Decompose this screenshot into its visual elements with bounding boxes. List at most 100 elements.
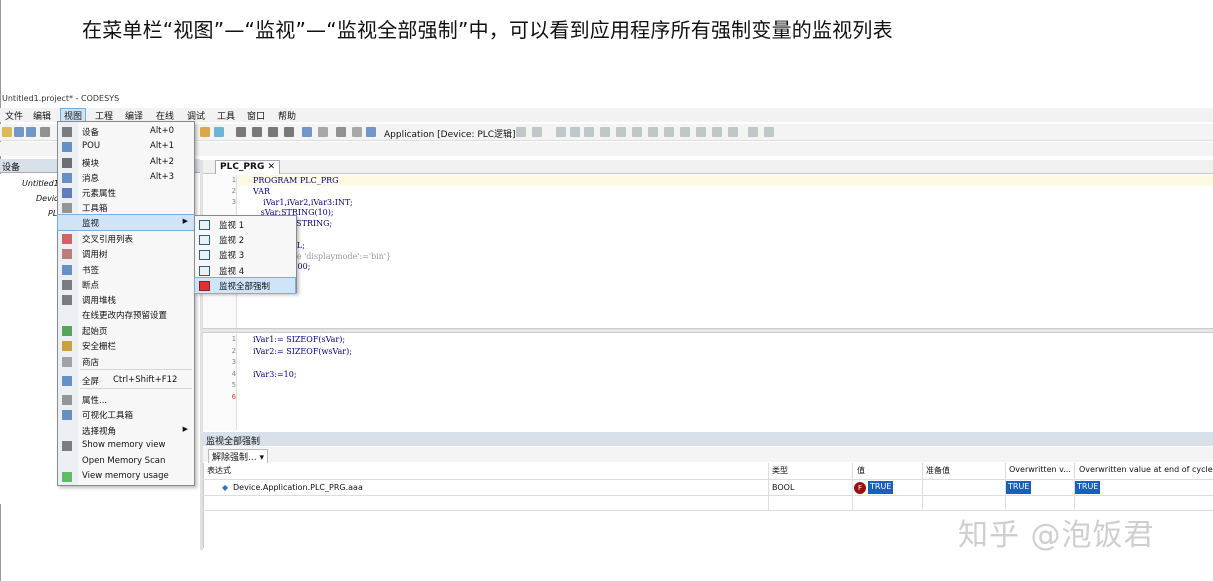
watch-submenu-item-4[interactable]: 监视全部强制: [194, 276, 296, 294]
implementation-editor[interactable]: [203, 334, 1213, 430]
menu-8[interactable]: 窗口: [244, 109, 268, 122]
toolbar-button-icon[interactable]: [696, 127, 706, 137]
code-line[interactable]: iVar3:=10;: [253, 370, 297, 379]
column-header-prepared[interactable]: 准备值: [926, 465, 950, 476]
menu-7[interactable]: 工具: [214, 109, 238, 122]
toolbar-button-icon[interactable]: [40, 127, 50, 137]
toolbar-button-icon[interactable]: [366, 127, 376, 137]
submenu-arrow-icon: ▶: [182, 217, 188, 225]
column-header-type[interactable]: 类型: [772, 465, 788, 476]
view-menu-item-20[interactable]: Show memory view: [58, 438, 194, 453]
editor-splitter[interactable]: [203, 328, 1213, 333]
view-menu-item-1[interactable]: POU Alt+1: [58, 139, 194, 154]
view-menu-item-0[interactable]: 设备 Alt+0: [58, 124, 194, 139]
toolbar-button-icon[interactable]: [352, 127, 362, 137]
toolbar-button-icon[interactable]: [764, 127, 774, 137]
toolbar-button-icon[interactable]: [664, 127, 674, 137]
toolbar-button-icon[interactable]: [214, 127, 224, 137]
forced-flag-icon: F: [854, 482, 866, 494]
menu-2[interactable]: 视图: [60, 108, 87, 122]
tree-item-plc[interactable]: PL: [48, 209, 57, 218]
menu-item-label: 工具箱: [82, 204, 108, 214]
toolbar-button-icon[interactable]: [236, 127, 246, 137]
view-menu-item-2[interactable]: 模块 Alt+2: [58, 155, 194, 170]
view-menu-item-4[interactable]: 元素属性: [58, 185, 194, 200]
view-menu-item-22[interactable]: View memory usage: [58, 469, 194, 484]
toolbar-button-icon[interactable]: [584, 127, 594, 137]
column-divider[interactable]: [768, 463, 769, 511]
toolbar-button-icon[interactable]: [26, 127, 36, 137]
view-menu-item-16[interactable]: 全屏 Ctrl+Shift+F12: [58, 373, 194, 388]
menu-item-label: 模块: [82, 159, 100, 169]
column-header-overwritten[interactable]: Overwritten v...: [1009, 465, 1071, 474]
view-menu-item-6[interactable]: 监视 ▶: [57, 214, 195, 231]
fullscreen-icon: [62, 376, 72, 386]
row-value[interactable]: TRUE: [868, 481, 894, 494]
view-menu-item-15[interactable]: 商店: [58, 354, 194, 369]
watch-submenu-item-0[interactable]: 监视 1: [195, 217, 295, 232]
toolbar-button-icon[interactable]: [570, 127, 580, 137]
view-menu-item-8[interactable]: 调用树: [58, 246, 194, 261]
toolbar-button-icon[interactable]: [302, 127, 312, 137]
row-expression[interactable]: Device.Application.PLC_PRG.aaa: [233, 483, 363, 492]
view-menu-item-14[interactable]: 安全栅栏: [58, 338, 194, 353]
code-line[interactable]: iVar2:= SIZEOF(wsVar);: [253, 347, 352, 356]
toolbar-button-icon[interactable]: [532, 127, 542, 137]
toolbar-button-icon[interactable]: [728, 127, 738, 137]
toolbar-button-icon[interactable]: [648, 127, 658, 137]
code-line[interactable]: VAR: [253, 187, 270, 196]
view-menu-item-13[interactable]: 起始页: [58, 323, 194, 338]
toolbar-button-icon[interactable]: [284, 127, 294, 137]
view-menu-item-9[interactable]: 书签: [58, 262, 194, 277]
menu-item-label: 选择视角: [82, 427, 117, 437]
toolbar-button-icon[interactable]: [268, 127, 278, 137]
toolbar-button-icon[interactable]: [748, 127, 758, 137]
menu-0[interactable]: 文件: [2, 109, 26, 122]
code-line[interactable]: PROGRAM PLC_PRG: [253, 176, 339, 185]
view-menu-item-5[interactable]: 工具箱: [58, 200, 194, 215]
view-menu-item-19[interactable]: 选择视角 ▶: [58, 423, 194, 438]
view-menu-item-10[interactable]: 断点: [58, 277, 194, 292]
column-header-overwritten-end[interactable]: Overwritten value at end of cycle: [1079, 465, 1213, 474]
tree-item-project[interactable]: Untitled1: [22, 179, 59, 188]
row-overwritten[interactable]: TRUE: [1006, 481, 1032, 494]
toolbar-button-icon[interactable]: [200, 127, 210, 137]
tab-plc-prg[interactable]: PLC_PRG ✕: [215, 160, 281, 174]
toolbar-button-icon[interactable]: [616, 127, 626, 137]
view-menu-item-11[interactable]: 调用堆栈: [58, 292, 194, 307]
view-menu-item-3[interactable]: 消息 Alt+3: [58, 170, 194, 185]
close-icon[interactable]: ✕: [268, 162, 276, 172]
row-overwritten-end[interactable]: TRUE: [1075, 481, 1101, 494]
toolbar-button-icon[interactable]: [252, 127, 262, 137]
toolbar-button-icon[interactable]: [632, 127, 642, 137]
code-line[interactable]: iVar1:= SIZEOF(sVar);: [253, 335, 345, 344]
toolbar-button-icon[interactable]: [14, 127, 24, 137]
application-selector[interactable]: Application [Device: PLC逻辑]: [384, 127, 516, 140]
toolbar-button-icon[interactable]: [556, 127, 566, 137]
view-menu-item-18[interactable]: 可视化工具箱: [58, 407, 194, 422]
toolbar-button-icon[interactable]: [336, 127, 346, 137]
menu-9[interactable]: 帮助: [275, 109, 299, 122]
view-menu-item-21[interactable]: Open Memory Scan: [58, 454, 194, 469]
toolbar-button-icon[interactable]: [516, 127, 526, 137]
menu-1[interactable]: 编辑: [30, 109, 54, 122]
column-header-value[interactable]: 值: [857, 465, 865, 476]
toolbar-button-icon[interactable]: [2, 127, 12, 137]
unforce-button[interactable]: 解除强制... ▾: [208, 449, 268, 464]
menu-item-shortcut: Alt+1: [150, 141, 175, 151]
watch-submenu-item-3[interactable]: 监视 4: [195, 263, 295, 278]
toolbar-button-icon[interactable]: [712, 127, 722, 137]
code-line[interactable]: iVar1,iVar2,iVar3:INT;: [253, 198, 353, 207]
view-menu-item-17[interactable]: 属性...: [58, 392, 194, 407]
toolbar-button-icon[interactable]: [680, 127, 690, 137]
view-menu-item-12[interactable]: 在线更改内存预留设置: [58, 307, 194, 322]
view-menu-item-7[interactable]: 交叉引用列表: [58, 231, 194, 246]
column-divider[interactable]: [922, 463, 923, 511]
toolbar-button-icon[interactable]: [600, 127, 610, 137]
submenu-item-label: 监视 2: [219, 236, 245, 247]
column-header-expression[interactable]: 表达式: [207, 465, 231, 476]
column-divider[interactable]: [852, 463, 853, 511]
watch-submenu-item-2[interactable]: 监视 3: [195, 247, 295, 262]
watch-submenu-item-1[interactable]: 监视 2: [195, 232, 295, 247]
toolbar-button-icon[interactable]: [318, 127, 328, 137]
